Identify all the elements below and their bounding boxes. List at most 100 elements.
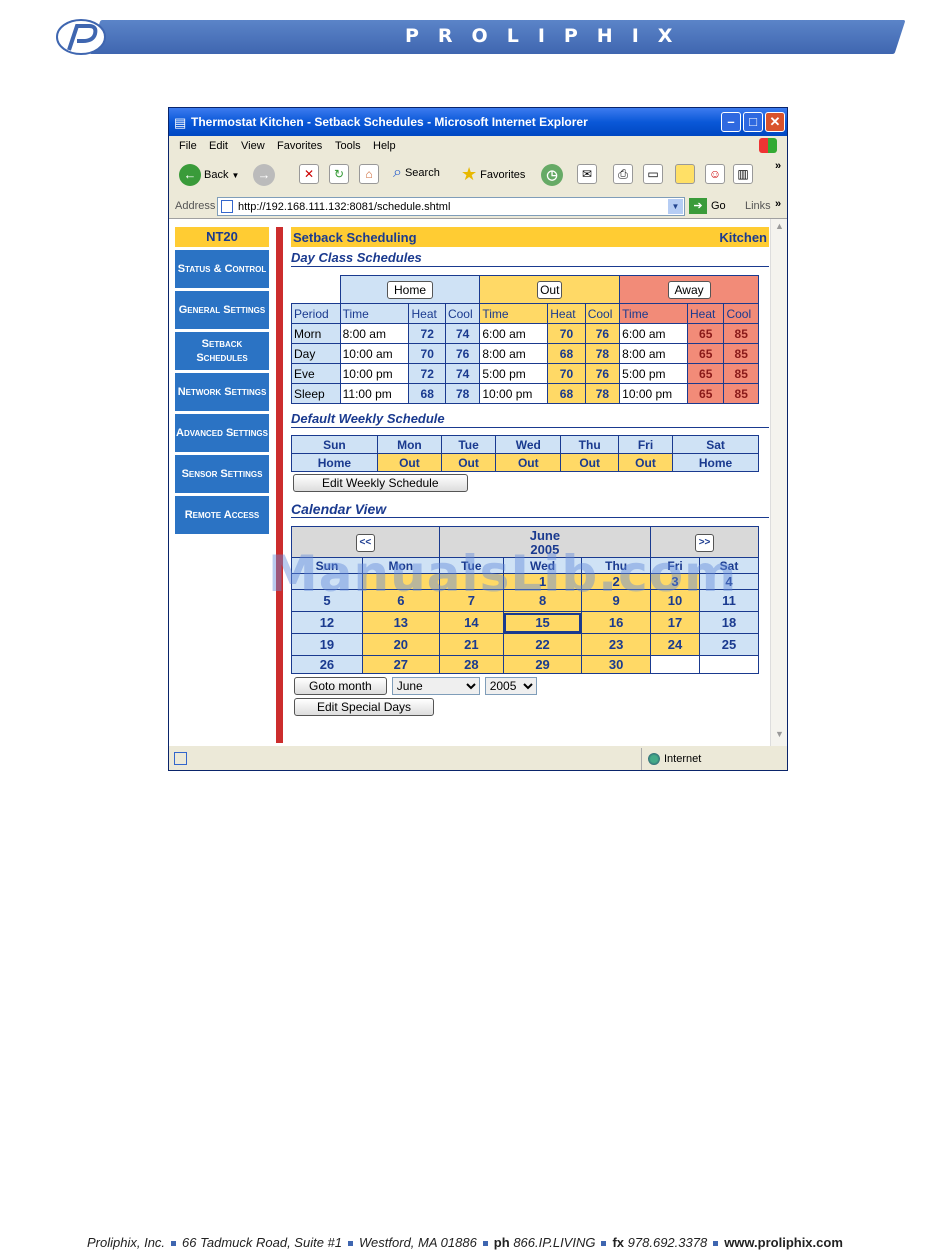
cal-date[interactable]: 4 xyxy=(699,573,759,590)
month-select[interactable]: June xyxy=(391,677,480,695)
away-heat[interactable]: 65 xyxy=(686,343,725,364)
cal-date[interactable]: 5 xyxy=(291,589,363,612)
away-heat[interactable]: 65 xyxy=(686,383,725,404)
chevron-down-icon[interactable]: ▼ xyxy=(668,199,683,214)
menu-help[interactable]: Help xyxy=(373,140,396,152)
home-heat[interactable]: 68 xyxy=(408,383,446,404)
out-heat[interactable]: 68 xyxy=(547,383,586,404)
away-time[interactable]: 5:00 pm xyxy=(619,363,688,384)
nav-status-control[interactable]: Status & Control xyxy=(175,250,269,288)
cal-date[interactable]: 7 xyxy=(438,589,504,612)
cal-date[interactable]: 29 xyxy=(502,655,583,674)
menu-view[interactable]: View xyxy=(241,140,265,152)
out-time[interactable]: 8:00 am xyxy=(479,343,549,364)
away-cool[interactable]: 85 xyxy=(723,323,759,344)
scroll-up-icon[interactable]: ▲ xyxy=(772,221,787,236)
home-time[interactable]: 11:00 pm xyxy=(339,383,410,404)
menu-edit[interactable]: Edit xyxy=(209,140,228,152)
out-time[interactable]: 5:00 pm xyxy=(479,363,549,384)
cal-date[interactable]: 28 xyxy=(438,655,504,674)
cal-date[interactable]: 26 xyxy=(291,655,363,674)
cal-date[interactable]: 21 xyxy=(438,633,504,656)
cal-date[interactable]: 22 xyxy=(502,633,583,656)
cal-date[interactable]: 23 xyxy=(581,633,652,656)
home-cool[interactable]: 74 xyxy=(444,363,481,384)
menu-favorites[interactable]: Favorites xyxy=(277,140,322,152)
cal-date[interactable]: 1 xyxy=(502,573,583,590)
nav-sensor-settings[interactable]: Sensor Settings xyxy=(175,455,269,493)
edit-weekly-schedule-button[interactable]: Edit Weekly Schedule xyxy=(293,474,468,492)
out-heat[interactable]: 68 xyxy=(547,343,586,364)
out-cool[interactable]: 78 xyxy=(584,383,621,404)
cal-date[interactable]: 14 xyxy=(438,611,504,634)
away-heat[interactable]: 65 xyxy=(686,323,725,344)
home-cool[interactable]: 74 xyxy=(444,323,481,344)
cal-date[interactable]: 9 xyxy=(581,589,652,612)
home-heat[interactable]: 70 xyxy=(408,343,446,364)
home-cool[interactable]: 76 xyxy=(444,343,481,364)
away-heat[interactable]: 65 xyxy=(686,363,725,384)
out-time[interactable]: 10:00 pm xyxy=(479,383,549,404)
go-button[interactable]: ➔ Go xyxy=(689,198,726,214)
back-button[interactable]: ← Back ▼ xyxy=(179,164,239,186)
menu-file[interactable]: File xyxy=(179,140,197,152)
nav-network-settings[interactable]: Network Settings xyxy=(175,373,269,411)
cal-date[interactable]: 10 xyxy=(650,589,700,612)
scroll-down-icon[interactable]: ▼ xyxy=(772,729,787,744)
research-button[interactable]: ▥ xyxy=(733,164,753,184)
out-cool[interactable]: 76 xyxy=(584,363,621,384)
cal-date[interactable]: 3 xyxy=(650,573,700,590)
cal-date[interactable]: 27 xyxy=(361,655,440,674)
cal-date[interactable]: 17 xyxy=(650,611,700,634)
away-class-button[interactable]: Away xyxy=(667,280,711,299)
home-time[interactable]: 10:00 am xyxy=(339,343,410,364)
cal-date-today[interactable]: 15 xyxy=(502,611,583,634)
out-heat[interactable]: 70 xyxy=(547,323,586,344)
discuss-button[interactable] xyxy=(675,164,695,184)
toolbar-chevron[interactable]: » xyxy=(775,160,781,172)
home-time[interactable]: 10:00 pm xyxy=(339,363,410,384)
nav-general-settings[interactable]: General Settings xyxy=(175,291,269,329)
cal-date[interactable]: 20 xyxy=(361,633,440,656)
nav-setback-schedules[interactable]: Setback Schedules xyxy=(175,332,269,370)
stop-button[interactable]: ✕ xyxy=(299,164,319,184)
out-time[interactable]: 6:00 am xyxy=(479,323,549,344)
cal-date[interactable]: 2 xyxy=(581,573,652,590)
home-class-button[interactable]: Home xyxy=(386,280,433,299)
away-cool[interactable]: 85 xyxy=(723,363,759,384)
maximize-button[interactable]: □ xyxy=(743,112,763,132)
home-time[interactable]: 8:00 am xyxy=(339,323,410,344)
cal-date[interactable]: 11 xyxy=(699,589,759,612)
links-chevron[interactable]: » xyxy=(775,198,781,210)
out-class-button[interactable]: Out xyxy=(537,280,563,299)
year-select[interactable]: 2005 xyxy=(484,677,537,695)
out-cool[interactable]: 78 xyxy=(584,343,621,364)
out-heat[interactable]: 70 xyxy=(547,363,586,384)
prev-month-button[interactable]: << xyxy=(355,533,376,552)
home-heat[interactable]: 72 xyxy=(408,323,446,344)
away-time[interactable]: 10:00 pm xyxy=(619,383,688,404)
forward-button[interactable]: → xyxy=(253,164,275,186)
cal-date[interactable]: 6 xyxy=(361,589,440,612)
out-cool[interactable]: 76 xyxy=(584,323,621,344)
away-time[interactable]: 8:00 am xyxy=(619,343,688,364)
minimize-button[interactable]: – xyxy=(721,112,741,132)
cal-date[interactable]: 18 xyxy=(699,611,759,634)
home-button[interactable]: ⌂ xyxy=(359,164,379,184)
cal-date[interactable]: 8 xyxy=(502,589,583,612)
goto-month-button[interactable]: Goto month xyxy=(294,677,387,695)
away-time[interactable]: 6:00 am xyxy=(619,323,688,344)
links-button[interactable]: Links xyxy=(745,200,771,212)
address-input[interactable]: http://192.168.111.132:8081/schedule.sht… xyxy=(217,197,685,216)
edit-special-days-button[interactable]: Edit Special Days xyxy=(294,698,435,716)
next-month-button[interactable]: >> xyxy=(694,533,715,552)
cal-date[interactable]: 30 xyxy=(581,655,652,674)
menu-tools[interactable]: Tools xyxy=(335,140,361,152)
away-cool[interactable]: 85 xyxy=(723,383,759,404)
cal-date[interactable]: 12 xyxy=(291,611,363,634)
print-button[interactable]: ⎙ xyxy=(613,164,633,184)
nav-remote-access[interactable]: Remote Access xyxy=(175,496,269,534)
search-button[interactable]: ⌕ Search xyxy=(393,164,440,182)
mail-button[interactable]: ✉ xyxy=(577,164,597,184)
cal-date[interactable]: 25 xyxy=(699,633,759,656)
